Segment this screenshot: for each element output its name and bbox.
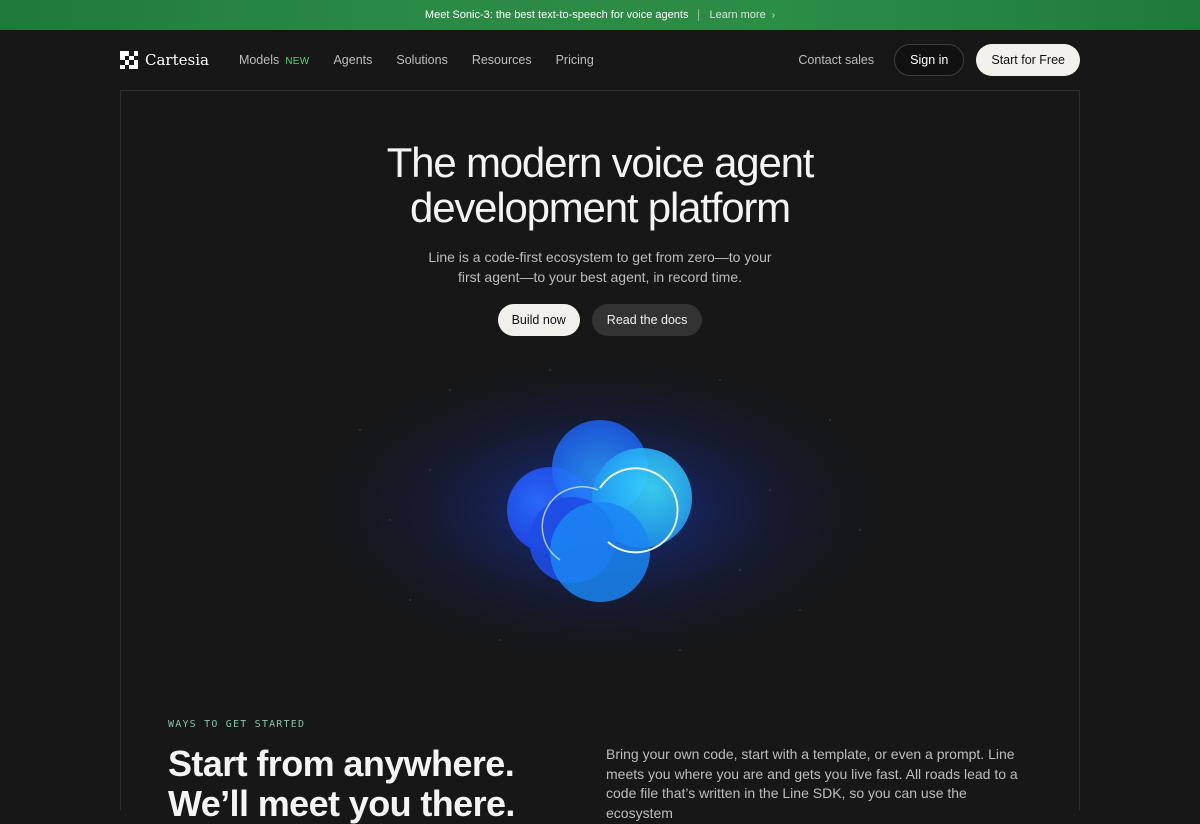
hero-title-line-1: The modern voice agent	[386, 139, 815, 186]
section-title: Start from anywhere. We’ll meet you ther…	[168, 744, 588, 824]
hero-title: The modern voice agent development platf…	[0, 140, 1200, 230]
cartesia-logo-icon	[120, 51, 138, 69]
nav-item-agents[interactable]: Agents	[333, 53, 372, 67]
learn-more-label: Learn more	[709, 9, 766, 21]
sign-in-button[interactable]: Sign in	[894, 44, 965, 76]
hero-cta-group: Build now Read the docs	[0, 304, 1200, 336]
announcement-divider	[698, 9, 700, 21]
hero-subtitle-line-1: Line is a code-first ecosystem to get fr…	[428, 249, 772, 265]
nav-item-solutions[interactable]: Solutions	[396, 53, 447, 67]
new-badge: NEW	[285, 56, 310, 67]
nav-item-models-label: Models	[238, 53, 280, 67]
orb-graphic	[300, 350, 900, 670]
hero-subtitle-line-2: first agent—to your best agent, in recor…	[457, 269, 743, 285]
section-eyebrow: WAYS TO GET STARTED	[168, 719, 306, 730]
top-nav: Cartesia Models NEW Agents Solutions Reso…	[0, 30, 1200, 90]
brand-name: Cartesia	[145, 51, 209, 69]
start-for-free-button[interactable]: Start for Free	[976, 44, 1080, 76]
voice-orb-illustration	[300, 350, 900, 670]
section-body: Bring your own code, start with a templa…	[606, 746, 1018, 821]
hero-title-line-2: development platform	[410, 184, 791, 231]
build-now-button[interactable]: Build now	[497, 304, 580, 336]
nav-item-pricing[interactable]: Pricing	[556, 53, 594, 67]
nav-links: Models NEW Agents Solutions Resources Pri…	[239, 53, 594, 67]
nav-actions: Contact sales Sign in Start for Free	[798, 44, 1080, 76]
hero-subtitle: Line is a code-first ecosystem to get fr…	[0, 247, 1200, 287]
nav-item-resources[interactable]: Resources	[472, 53, 532, 67]
learn-more-link[interactable]: Learn more ›	[709, 9, 775, 21]
announcement-text: Meet Sonic-3: the best text-to-speech fo…	[424, 9, 689, 21]
read-docs-button[interactable]: Read the docs	[591, 304, 703, 336]
announcement-bar[interactable]: Meet Sonic-3: the best text-to-speech fo…	[0, 0, 1200, 30]
chevron-right-icon: ›	[771, 9, 776, 21]
nav-item-models[interactable]: Models NEW	[239, 53, 310, 67]
brand-logo[interactable]: Cartesia	[120, 51, 209, 69]
section-title-line-1: Start from anywhere.	[168, 743, 515, 784]
contact-sales-link[interactable]: Contact sales	[798, 53, 874, 67]
section-title-line-2: We’ll meet you there.	[168, 783, 515, 824]
